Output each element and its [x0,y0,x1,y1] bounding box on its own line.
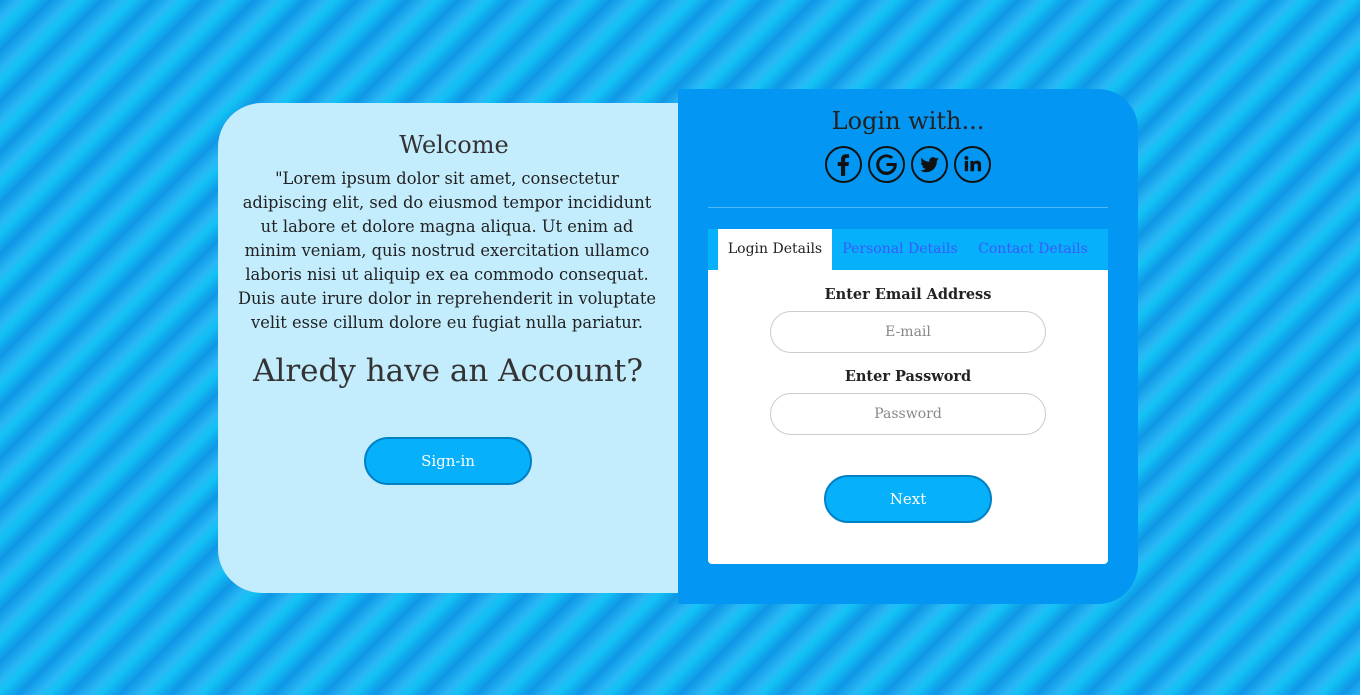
divider [708,207,1108,208]
login-with-title: Login with... [831,107,985,135]
google-icon[interactable] [868,146,905,183]
tab-bar: Login Details Personal Details Contact D… [708,229,1108,272]
tab-login-details[interactable]: Login Details [718,229,832,272]
linkedin-icon[interactable] [954,146,991,183]
facebook-icon[interactable] [825,146,862,183]
welcome-title: Welcome [399,131,509,159]
sign-in-button[interactable]: Sign-in [364,437,532,485]
password-field[interactable] [770,393,1046,435]
welcome-panel: Welcome "Lorem ipsum dolor sit amet, con… [218,103,690,593]
email-field[interactable] [770,311,1046,353]
login-panel: Login with... Login Details Personal Det… [678,89,1138,604]
twitter-icon[interactable] [911,146,948,183]
tab-contact-details[interactable]: Contact Details [978,229,1088,270]
welcome-text: "Lorem ipsum dolor sit amet, consectetur… [238,169,656,332]
tab-personal-details[interactable]: Personal Details [840,229,960,270]
login-form: Enter Email Address Enter Password Next [708,270,1108,564]
social-login-group [678,146,1138,183]
next-button[interactable]: Next [824,475,992,523]
account-question: Alredy have an Account? [253,353,643,389]
password-label: Enter Password [844,368,972,385]
email-label: Enter Email Address [824,286,992,303]
